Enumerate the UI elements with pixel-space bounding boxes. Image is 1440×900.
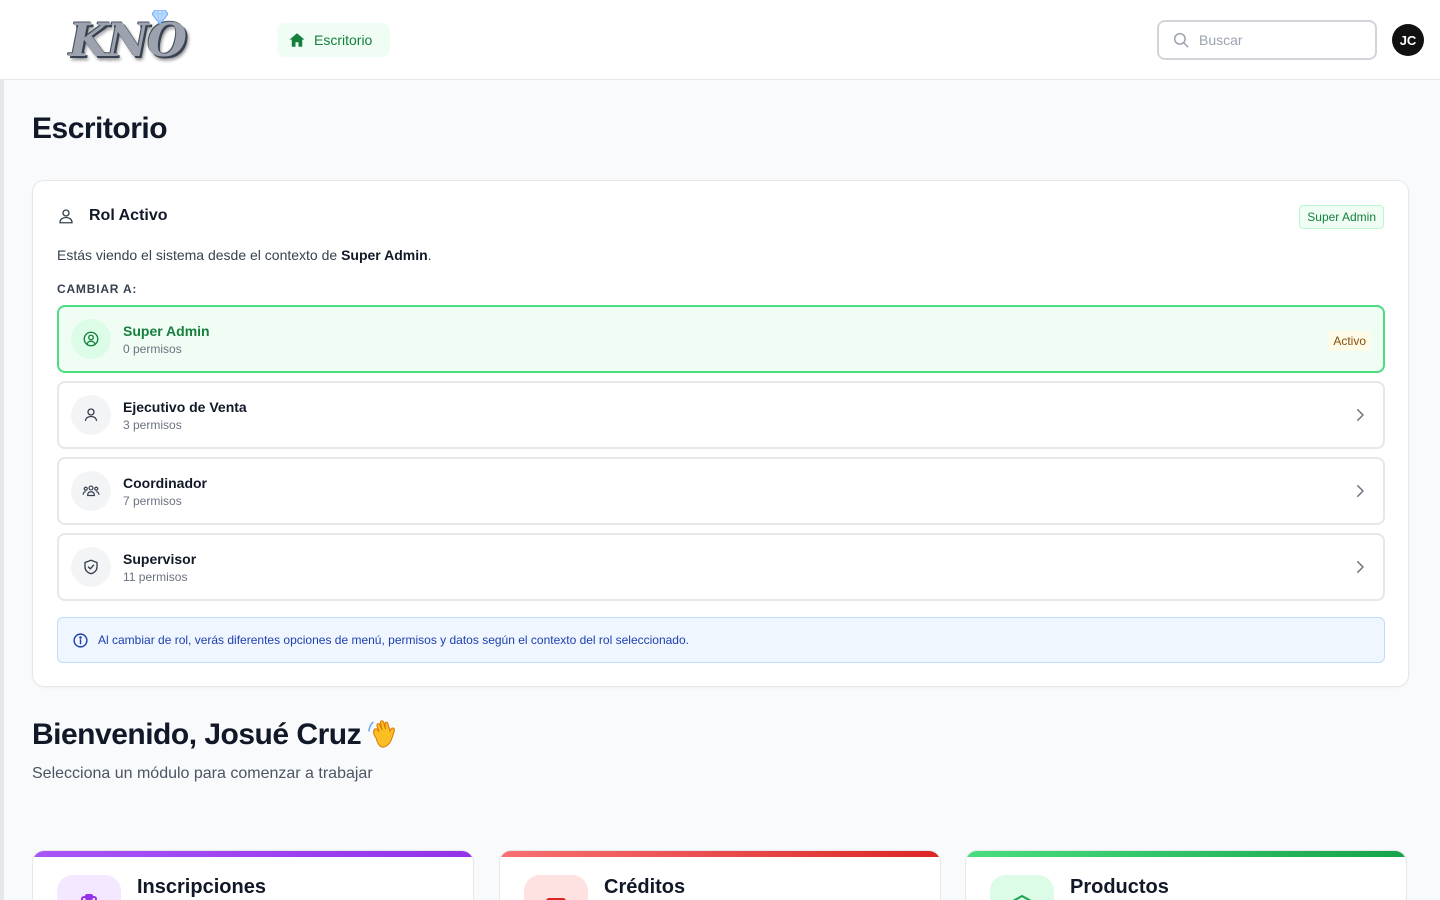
active-role-card: Rol Activo Super Admin Estás viendo el s… bbox=[32, 180, 1409, 687]
role-icon-wrap bbox=[71, 319, 111, 359]
role-icon-wrap bbox=[71, 547, 111, 587]
waving-hand-icon bbox=[368, 720, 395, 748]
context-prefix: Estás viendo el sistema desde el context… bbox=[57, 247, 342, 263]
search-input[interactable] bbox=[1199, 32, 1359, 48]
left-rail bbox=[0, 80, 4, 900]
welcome-title: Bienvenido, Josué Cruz bbox=[32, 718, 362, 751]
nav-home-label: Escritorio bbox=[314, 32, 373, 48]
card-icon bbox=[546, 898, 566, 900]
module-icon-wrap bbox=[524, 875, 588, 900]
search-icon bbox=[1173, 32, 1189, 48]
role-option-ejecutivo-de-venta[interactable]: Ejecutivo de Venta 3 permisos bbox=[57, 381, 1385, 449]
role-option-coordinador[interactable]: Coordinador 7 permisos bbox=[57, 457, 1385, 525]
change-role-label: CAMBIAR A: bbox=[57, 282, 138, 296]
role-name: Coordinador bbox=[123, 475, 207, 491]
search-box[interactable] bbox=[1157, 20, 1377, 60]
page-title: Escritorio bbox=[32, 112, 168, 145]
context-role: Super Admin bbox=[341, 247, 428, 263]
module-icon-wrap bbox=[990, 875, 1054, 900]
role-icon-wrap bbox=[71, 471, 111, 511]
module-card-creditos[interactable]: Créditos bbox=[499, 850, 941, 900]
role-option-super-admin[interactable]: Super Admin 0 permisos Activo bbox=[57, 305, 1385, 373]
role-name: Super Admin bbox=[123, 323, 210, 339]
role-name: Ejecutivo de Venta bbox=[123, 399, 247, 415]
user-avatar[interactable]: JC bbox=[1392, 24, 1424, 56]
module-title: Créditos bbox=[604, 876, 686, 898]
info-icon bbox=[73, 632, 88, 648]
role-permissions: 3 permisos bbox=[123, 418, 182, 432]
home-icon bbox=[289, 33, 305, 47]
role-permissions: 0 permisos bbox=[123, 342, 182, 356]
users-group-icon bbox=[82, 485, 100, 497]
nav-home-button[interactable]: Escritorio bbox=[277, 23, 390, 57]
top-header: KNO Escritorio JC bbox=[0, 0, 1440, 80]
module-title: Inscripciones bbox=[137, 876, 266, 898]
context-description: Estás viendo el sistema desde el context… bbox=[57, 247, 432, 263]
role-permissions: 11 permisos bbox=[123, 570, 188, 584]
module-accent-bar bbox=[500, 851, 940, 857]
user-icon bbox=[84, 408, 98, 422]
role-option-supervisor[interactable]: Supervisor 11 permisos bbox=[57, 533, 1385, 601]
role-permissions: 7 permisos bbox=[123, 494, 182, 508]
module-card-inscripciones[interactable]: Inscripciones bbox=[32, 850, 474, 900]
diamond-icon bbox=[152, 10, 168, 24]
active-status-badge: Activo bbox=[1328, 331, 1371, 351]
role-info-text: Al cambiar de rol, verás diferentes opci… bbox=[98, 633, 689, 647]
chevron-right-icon bbox=[1357, 409, 1364, 421]
chevron-right-icon bbox=[1357, 485, 1364, 497]
module-icon-wrap bbox=[57, 875, 121, 900]
module-accent-bar bbox=[966, 851, 1406, 857]
current-role-badge: Super Admin bbox=[1299, 205, 1384, 229]
role-info-notice: Al cambiar de rol, verás diferentes opci… bbox=[57, 617, 1385, 663]
module-title: Productos bbox=[1070, 876, 1169, 898]
module-accent-bar bbox=[33, 851, 473, 857]
role-card-header: Rol Activo bbox=[57, 207, 168, 225]
clipboard-icon bbox=[81, 894, 97, 900]
role-name: Supervisor bbox=[123, 551, 197, 567]
chevron-right-icon bbox=[1357, 561, 1364, 573]
shield-check-icon bbox=[84, 559, 98, 575]
role-card-title: Rol Activo bbox=[89, 207, 168, 224]
welcome-heading: Bienvenido, Josué Cruz bbox=[32, 718, 401, 752]
box-icon bbox=[1012, 895, 1032, 900]
welcome-subtitle: Selecciona un módulo para comenzar a tra… bbox=[32, 765, 373, 782]
module-card-productos[interactable]: Productos bbox=[965, 850, 1407, 900]
user-icon bbox=[59, 209, 73, 224]
brand-logo[interactable]: KNO bbox=[69, 8, 187, 72]
role-icon-wrap bbox=[71, 395, 111, 435]
context-suffix: . bbox=[427, 247, 432, 263]
user-circle-icon bbox=[83, 331, 99, 347]
